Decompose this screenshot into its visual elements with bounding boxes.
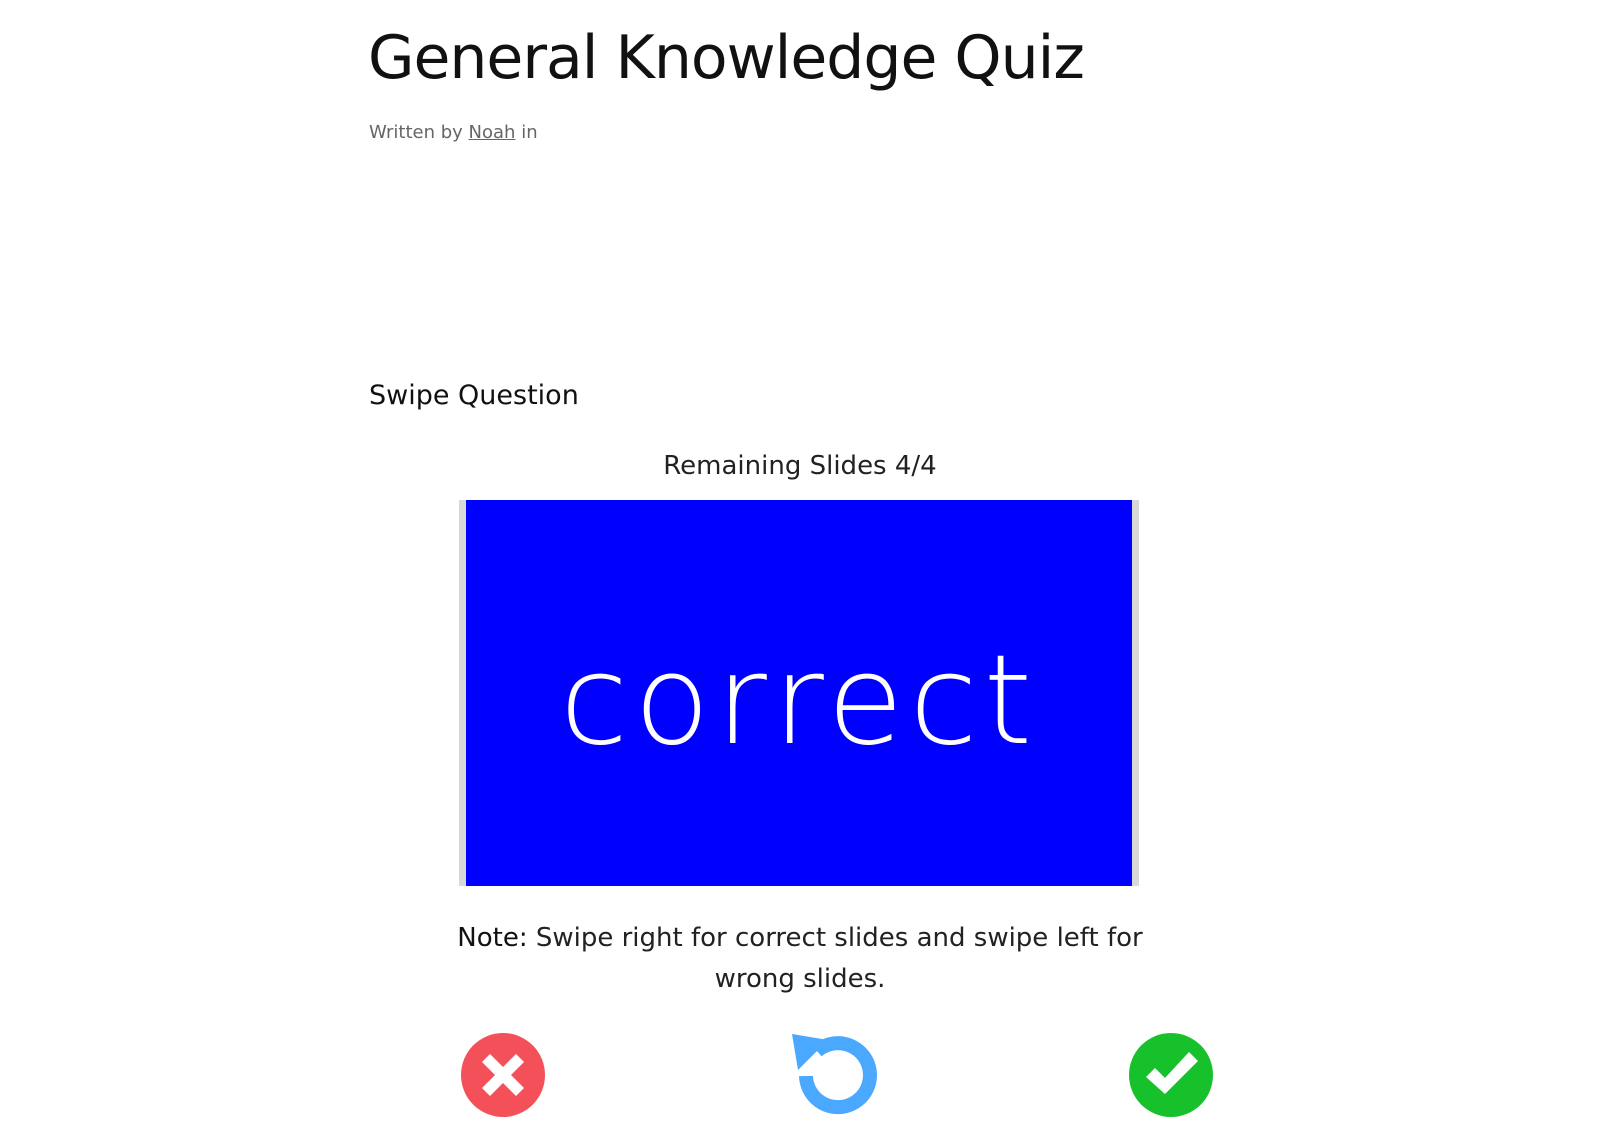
wrong-button[interactable] (458, 1030, 548, 1120)
page-title: General Knowledge Quiz (368, 23, 1085, 93)
note-text: Swipe right for correct slides and swipe… (535, 923, 1143, 994)
reset-button[interactable] (784, 1024, 888, 1128)
undo-icon (792, 1034, 877, 1115)
note-label: Note: (457, 923, 528, 953)
close-icon (461, 1033, 545, 1117)
byline-suffix: in (521, 122, 538, 143)
correct-button[interactable] (1126, 1030, 1216, 1120)
check-icon (1129, 1033, 1213, 1117)
swipe-note: Note: Swipe right for correct slides and… (420, 918, 1180, 1000)
author-link[interactable]: Noah (469, 122, 516, 143)
byline: Written by Noah in (369, 121, 538, 145)
slide-text: correct (559, 629, 1039, 773)
byline-prefix: Written by (369, 122, 463, 143)
remaining-slides-counter: Remaining Slides 4/4 (663, 451, 937, 481)
swipe-slide-card[interactable]: correct (466, 500, 1132, 886)
question-heading: Swipe Question (369, 380, 579, 411)
